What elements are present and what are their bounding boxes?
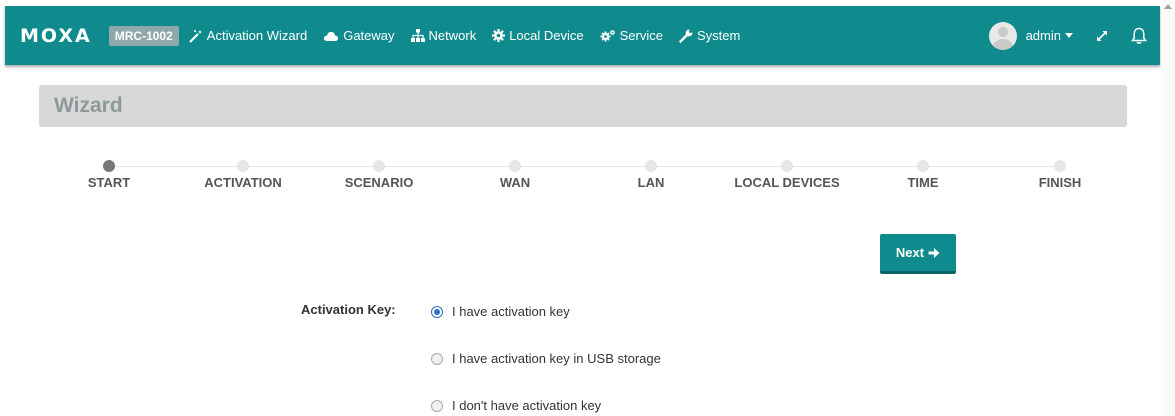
- step-dot: [781, 160, 793, 172]
- step-time: TIME: [858, 155, 988, 190]
- model-badge: MRC-1002: [108, 25, 179, 46]
- notifications-button[interactable]: [1128, 25, 1150, 47]
- wizard-header: Wizard: [39, 85, 1127, 127]
- menu-item-label: Gateway: [343, 28, 395, 43]
- arrow-right-icon: [928, 247, 940, 258]
- radio-label: I have activation key: [452, 304, 570, 319]
- radio-label: I don't have activation key: [452, 398, 602, 413]
- step-dot-active: [103, 160, 115, 172]
- avatar[interactable]: [988, 21, 1017, 50]
- page-title: Wizard: [54, 94, 123, 117]
- menu-item-activation-wizard[interactable]: Activation Wizard: [189, 28, 307, 43]
- step-lan: LAN: [586, 155, 716, 190]
- vertical-scrollbar[interactable]: [1161, 0, 1175, 416]
- next-button-label: Next: [895, 245, 925, 260]
- user-name: admin: [1025, 28, 1061, 43]
- step-dot: [373, 160, 385, 172]
- caret-down-icon: [1065, 33, 1073, 38]
- menu-item-gateway[interactable]: Gateway: [323, 28, 395, 43]
- step-label: START: [87, 175, 131, 190]
- step-activation: ACTIVATION: [178, 155, 308, 190]
- menu-item-service[interactable]: Service: [600, 28, 663, 43]
- step-label: ACTIVATION: [204, 175, 282, 190]
- sitemap-icon: [410, 29, 425, 42]
- menu-item-label: Service: [619, 28, 663, 43]
- radio-button-checked[interactable]: [431, 305, 443, 318]
- step-dot: [1054, 160, 1066, 172]
- radio-button[interactable]: [431, 352, 443, 365]
- step-start: START: [44, 155, 174, 190]
- main-menu: Activation Wizard Gateway Network Local …: [189, 28, 757, 43]
- step-label: LOCAL DEVICES: [734, 175, 840, 190]
- step-local-devices: LOCAL DEVICES: [722, 155, 852, 190]
- expand-button[interactable]: [1091, 25, 1113, 47]
- user-menu[interactable]: admin: [1026, 28, 1073, 43]
- radio-key-in-usb[interactable]: I have activation key in USB storage: [431, 351, 661, 366]
- expand-icon: [1096, 30, 1108, 41]
- cog-icon: [492, 29, 506, 42]
- step-finish: FINISH: [995, 155, 1125, 190]
- menu-item-label: Activation Wizard: [206, 28, 308, 43]
- menu-item-local-device[interactable]: Local Device: [492, 28, 584, 43]
- step-label: TIME: [907, 175, 939, 190]
- radio-label: I have activation key in USB storage: [452, 351, 661, 366]
- radio-have-key[interactable]: I have activation key: [431, 304, 570, 319]
- radio-button[interactable]: [431, 399, 443, 412]
- cloud-icon: [324, 31, 339, 41]
- logo-text: MOXA: [20, 24, 92, 47]
- step-dot: [509, 160, 521, 172]
- wizard-stepper: START ACTIVATION SCENARIO WAN LAN LOCAL …: [0, 155, 1175, 205]
- top-navbar: MOXA MRC-1002 Activation Wizard Gateway: [5, 6, 1160, 65]
- step-scenario: SCENARIO: [314, 155, 444, 190]
- navbar-right: admin: [988, 21, 1160, 50]
- menu-item-label: Local Device: [509, 28, 584, 43]
- step-label: FINISH: [1038, 175, 1082, 190]
- magic-wand-icon: [189, 29, 202, 43]
- menu-item-network[interactable]: Network: [410, 28, 477, 43]
- scroll-up-arrow-icon[interactable]: [1164, 4, 1172, 9]
- cogs-icon: [600, 30, 615, 42]
- step-dot: [917, 160, 929, 172]
- activation-key-label: Activation Key:: [301, 302, 396, 317]
- wrench-icon: [679, 29, 693, 43]
- menu-item-label: Network: [428, 28, 477, 43]
- step-dot: [645, 160, 657, 172]
- logo[interactable]: MOXA: [20, 25, 92, 47]
- menu-item-label: System: [697, 28, 741, 43]
- next-button[interactable]: Next: [880, 234, 956, 274]
- step-dot: [237, 160, 249, 172]
- step-label: LAN: [637, 175, 665, 190]
- menu-item-system[interactable]: System: [679, 28, 740, 43]
- bell-icon: [1131, 27, 1147, 44]
- radio-no-key[interactable]: I don't have activation key: [431, 398, 601, 413]
- page: MOXA MRC-1002 Activation Wizard Gateway: [0, 0, 1175, 416]
- step-label: SCENARIO: [344, 175, 414, 190]
- step-label: WAN: [499, 175, 531, 190]
- step-wan: WAN: [450, 155, 580, 190]
